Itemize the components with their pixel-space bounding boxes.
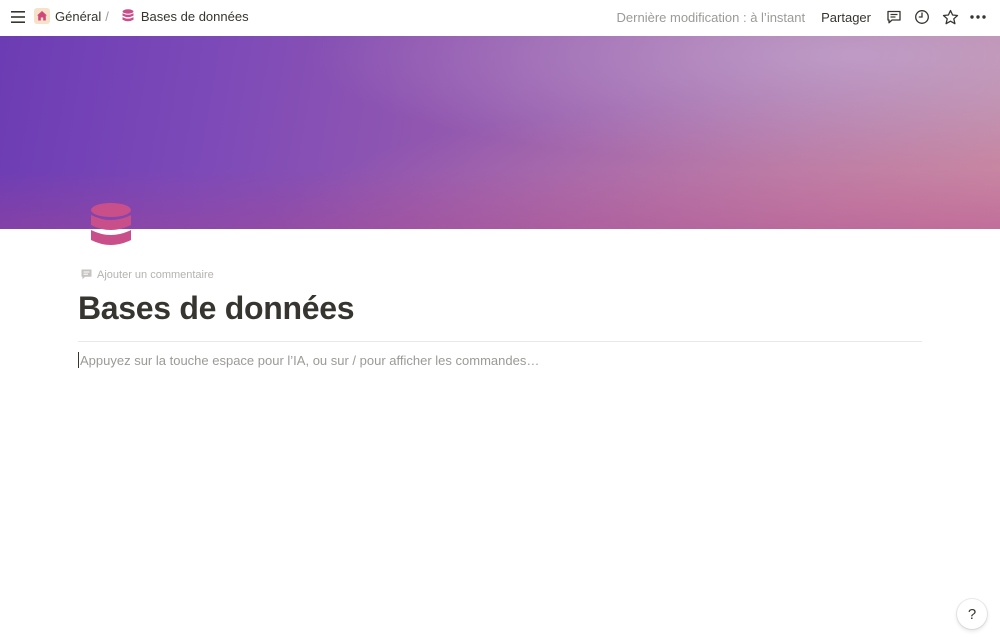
editor-placeholder: Appuyez sur la touche espace pour l’IA, … [80, 352, 540, 368]
add-comment-label: Ajouter un commentaire [97, 268, 214, 281]
breadcrumb-label: Bases de données [140, 8, 249, 24]
breadcrumb-item-general[interactable]: Général [34, 8, 101, 24]
breadcrumb-label: Général [55, 8, 102, 24]
last-edit-status: Dernière modification : à l’instant [616, 9, 806, 25]
home-icon [34, 8, 50, 24]
more-options-icon[interactable] [968, 7, 988, 27]
page-cover[interactable] [0, 36, 1000, 229]
topbar-tools: Dernière modification : à l’instant Part… [617, 0, 1000, 34]
breadcrumb: Général / Bases de données [34, 8, 249, 24]
help-button[interactable]: ? [957, 599, 987, 629]
share-button[interactable]: Partager [821, 10, 871, 25]
comments-icon[interactable] [884, 7, 904, 27]
topbar: Général / Bases de données Dernière modi… [0, 0, 1000, 34]
database-icon [120, 8, 136, 24]
editor-block[interactable]: Appuyez sur la touche espace pour l’IA, … [78, 352, 539, 368]
add-comment-button[interactable]: Ajouter un commentaire [80, 268, 214, 281]
history-clock-icon[interactable] [912, 7, 932, 27]
page-title[interactable]: Bases de données [78, 290, 355, 327]
breadcrumb-item-databases[interactable]: Bases de données [120, 8, 249, 24]
title-divider [78, 341, 922, 342]
page-icon-database-icon[interactable] [88, 202, 134, 252]
breadcrumb-separator: / [105, 8, 109, 24]
text-caret [78, 352, 79, 368]
comment-icon [80, 268, 93, 281]
menu-icon[interactable] [8, 7, 28, 27]
star-icon[interactable] [940, 7, 960, 27]
